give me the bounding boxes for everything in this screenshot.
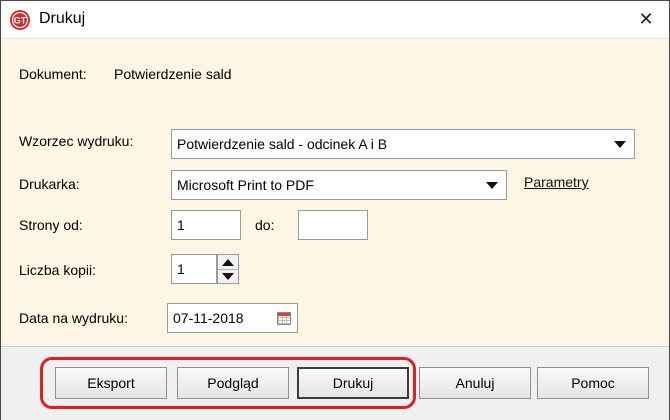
spin-down-button[interactable]: [218, 269, 238, 283]
template-select[interactable]: Potwierdzenie sald - odcinek A i B: [171, 129, 635, 159]
template-label: Wzorzec wydruku:: [19, 133, 134, 149]
help-button[interactable]: Pomoc: [537, 367, 649, 399]
copies-input[interactable]: 1: [171, 254, 217, 284]
copies-spinner[interactable]: [217, 254, 239, 284]
button-bar: Eksport Podgląd Drukuj Anuluj Pomoc: [1, 346, 669, 420]
document-value: Potwierdzenie sald: [114, 66, 232, 82]
print-date-value: 07-11-2018: [173, 310, 244, 326]
printer-select-value: Microsoft Print to PDF: [177, 177, 314, 193]
export-button[interactable]: Eksport: [55, 367, 167, 399]
calendar-icon[interactable]: [277, 312, 291, 325]
cancel-button[interactable]: Anuluj: [419, 367, 531, 399]
copies-label: Liczba kopii:: [19, 262, 97, 278]
close-icon[interactable]: ✕: [623, 1, 669, 38]
spin-up-button[interactable]: [218, 255, 238, 270]
print-date-input[interactable]: 07-11-2018: [167, 303, 298, 333]
dialog-body: Dokument: Potwierdzenie sald Wzorzec wyd…: [1, 39, 669, 346]
printer-parameters-link[interactable]: Parametry: [524, 174, 589, 190]
pages-to-label: do:: [255, 217, 275, 233]
print-dialog: GT Drukuj ✕ Dokument: Potwierdzenie sald…: [0, 0, 670, 420]
pages-from-value: 1: [177, 217, 185, 233]
document-label: Dokument:: [19, 66, 87, 82]
pages-from-input[interactable]: 1: [171, 210, 241, 240]
pages-from-label: Strony od:: [19, 217, 83, 233]
printer-select[interactable]: Microsoft Print to PDF: [171, 170, 507, 200]
arrow-down-icon: [222, 272, 234, 280]
template-select-value: Potwierdzenie sald - odcinek A i B: [177, 136, 388, 152]
printer-label: Drukarka:: [19, 176, 80, 192]
preview-button[interactable]: Podgląd: [177, 367, 289, 399]
app-logo-icon: GT: [9, 9, 31, 31]
window-title: Drukuj: [39, 10, 86, 27]
print-date-label: Data na wydruku:: [19, 310, 128, 326]
arrow-up-icon: [222, 258, 234, 266]
chevron-down-icon: [486, 182, 498, 189]
copies-value: 1: [177, 261, 185, 277]
pages-to-input[interactable]: [298, 210, 368, 240]
chevron-down-icon: [614, 141, 626, 148]
title-bar: GT Drukuj ✕: [1, 1, 669, 39]
svg-text:GT: GT: [14, 16, 27, 26]
print-button[interactable]: Drukuj: [297, 367, 409, 399]
